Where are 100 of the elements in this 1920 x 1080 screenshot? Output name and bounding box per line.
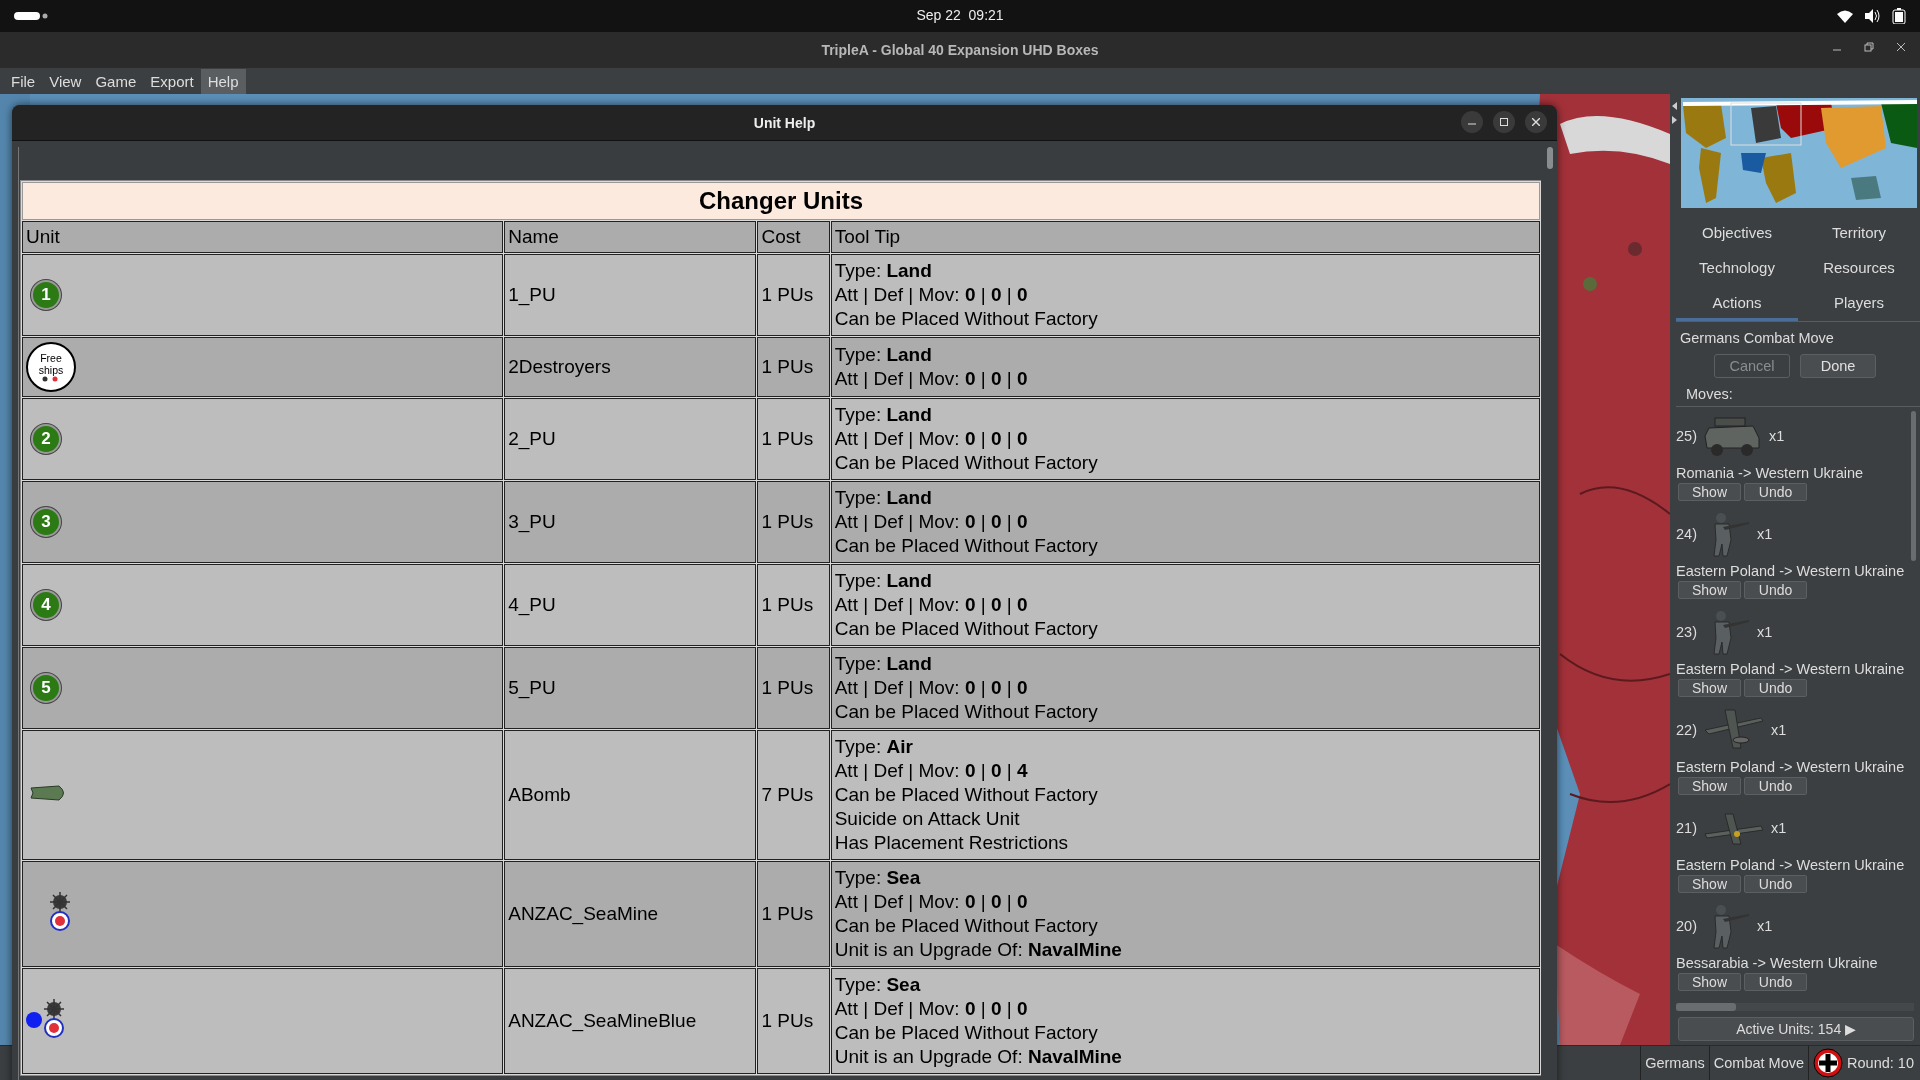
unit-count: x1 — [1770, 820, 1787, 836]
tooltip-line: Type: Land — [834, 569, 933, 593]
scrollbar[interactable] — [1547, 147, 1553, 169]
show-button[interactable]: Show — [1678, 483, 1741, 501]
move-number: 25) — [1676, 428, 1697, 444]
tooltip-line: Att | Def | Mov: 0 | 0 | 0 — [834, 427, 1029, 451]
maximize-icon — [1500, 118, 1508, 126]
undo-button[interactable]: Undo — [1744, 679, 1807, 697]
unit-count: x1 — [1756, 918, 1773, 934]
plane-icon — [1702, 708, 1765, 752]
table-cell: 1 PUs — [757, 398, 830, 480]
unit-count: x1 — [1756, 526, 1773, 542]
tooltip-line: Att | Def | Mov: 0 | 0 | 0 — [834, 510, 1029, 534]
expand-icon[interactable] — [1672, 116, 1677, 124]
restore-icon[interactable] — [1864, 42, 1874, 52]
column-header: Unit — [22, 221, 504, 253]
show-button[interactable]: Show — [1678, 973, 1741, 991]
menu-item[interactable]: View — [42, 68, 89, 94]
move-route: Eastern Poland -> Western Ukraine — [1676, 661, 1906, 677]
dialog-title: Unit Help — [753, 114, 816, 131]
column-header: Cost — [757, 221, 830, 253]
menu-item[interactable]: Export — [143, 68, 201, 94]
tooltip-line: Type: Land — [834, 259, 933, 283]
pu-token: 5 — [31, 673, 61, 703]
close-icon[interactable] — [1896, 42, 1906, 52]
panel-tab[interactable]: Resources — [1798, 251, 1920, 286]
table-cell: ABomb — [504, 730, 757, 860]
move-route: Eastern Poland -> Western Ukraine — [1676, 857, 1906, 873]
table-cell: 3_PU — [504, 481, 757, 563]
active-units-button[interactable]: Active Units: 154 ▶ — [1678, 1017, 1914, 1041]
table-cell: 1 PUs — [757, 861, 830, 967]
tooltip-line: Type: Land — [834, 343, 933, 367]
close-button[interactable] — [1525, 111, 1547, 133]
table-cell: 4_PU — [504, 564, 757, 646]
table-cell: 1 PUs — [757, 481, 830, 563]
unit-count: x1 — [1768, 428, 1785, 444]
table-cell: 1 PUs — [757, 564, 830, 646]
menu-item[interactable]: Game — [88, 68, 144, 94]
panel-tab[interactable]: Actions — [1676, 286, 1798, 321]
battery-icon — [1892, 8, 1906, 24]
tooltip-line: Unit is an Upgrade Of: NavalMine — [834, 938, 1123, 962]
wifi-icon — [1837, 9, 1853, 23]
scrollbar[interactable] — [1911, 411, 1916, 561]
move-route: Eastern Poland -> Western Ukraine — [1676, 563, 1906, 579]
tooltip-line: Suicide on Attack Unit — [834, 807, 1021, 831]
move-number: 22) — [1676, 722, 1697, 738]
panel-tab[interactable]: Technology — [1676, 251, 1798, 286]
tooltip-line: Unit is an Upgrade Of: NavalMine — [834, 1045, 1123, 1069]
show-button[interactable]: Show — [1678, 581, 1741, 599]
show-button[interactable]: Show — [1678, 679, 1741, 697]
halftrack-icon — [1702, 414, 1763, 458]
move-number: 20) — [1676, 918, 1697, 934]
moves-label: Moves: — [1676, 384, 1920, 407]
round-label: Round: 10 — [1847, 1055, 1914, 1071]
table-cell: 7 PUs — [757, 730, 830, 860]
panel-tab[interactable]: Players — [1798, 286, 1920, 321]
phase-name: Combat Move — [1708, 1046, 1809, 1080]
unit-count: x1 — [1770, 722, 1787, 738]
done-button[interactable]: Done — [1800, 354, 1876, 378]
tooltip-line: Type: Sea — [834, 973, 922, 997]
undo-button[interactable]: Undo — [1744, 973, 1807, 991]
cross-flag-icon — [1813, 1048, 1844, 1078]
table-cell: 1 PUs — [757, 254, 830, 336]
table-cell: ANZAC_SeaMineBlue — [504, 968, 757, 1074]
maximize-button[interactable] — [1493, 111, 1515, 133]
tooltip-line: Can be Placed Without Factory — [834, 534, 1099, 558]
tooltip-line: Can be Placed Without Factory — [834, 617, 1099, 641]
show-button[interactable]: Show — [1678, 875, 1741, 893]
pu-token: 2 — [31, 424, 61, 454]
scrollbar[interactable] — [1676, 1003, 1736, 1011]
table-cell: 1 PUs — [757, 968, 830, 1074]
collapse-icon[interactable] — [1672, 102, 1677, 110]
show-button[interactable]: Show — [1678, 777, 1741, 795]
tooltip-line: Att | Def | Mov: 0 | 0 | 4 — [834, 759, 1029, 783]
panel-tab[interactable]: Objectives — [1676, 216, 1798, 251]
tooltip-line: Can be Placed Without Factory — [834, 307, 1099, 331]
undo-button[interactable]: Undo — [1744, 581, 1807, 599]
menu-item[interactable]: Help — [200, 68, 246, 94]
clock: Sep 22 09:21 — [916, 7, 1004, 23]
minimize-button[interactable] — [1461, 111, 1483, 133]
player-name: Germans — [1640, 1046, 1709, 1080]
panel-tab[interactable]: Territory — [1798, 216, 1920, 251]
undo-button[interactable]: Undo — [1744, 875, 1807, 893]
tooltip-line: Has Placement Restrictions — [834, 831, 1070, 855]
tooltip-line: Type: Land — [834, 403, 933, 427]
phase-label: Germans Combat Move — [1679, 329, 1835, 348]
undo-button[interactable]: Undo — [1744, 777, 1807, 795]
table-cell: 1 PUs — [757, 647, 830, 729]
tooltip-line: Att | Def | Mov: 0 | 0 | 0 — [834, 367, 1029, 391]
table-cell: 1 PUs — [757, 337, 830, 397]
move-number: 21) — [1676, 820, 1697, 836]
tooltip-line: Can be Placed Without Factory — [834, 1021, 1099, 1045]
tooltip-line: Att | Def | Mov: 0 | 0 | 0 — [834, 593, 1029, 617]
tooltip-line: Att | Def | Mov: 0 | 0 | 0 — [834, 283, 1029, 307]
pu-token: 1 — [31, 280, 61, 310]
menu-item[interactable]: File — [4, 68, 43, 94]
tooltip-line: Att | Def | Mov: 0 | 0 | 0 — [834, 997, 1029, 1021]
move-route: Eastern Poland -> Western Ukraine — [1676, 759, 1906, 775]
undo-button[interactable]: Undo — [1744, 483, 1807, 501]
volume-icon — [1865, 9, 1880, 23]
